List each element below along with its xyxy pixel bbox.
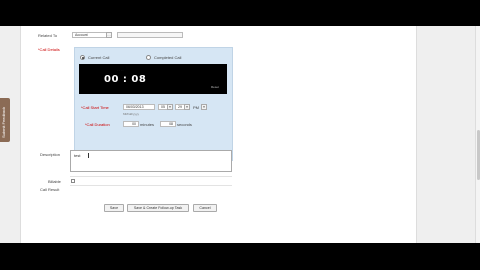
minute-dropdown-icon[interactable]: ▾ [184, 104, 190, 110]
timer-hours-hint: · · · · [117, 68, 124, 72]
call-timer: · · · · 00 : 08 Reset [79, 64, 227, 94]
hour-dropdown-icon[interactable]: ▾ [167, 104, 173, 110]
scrollbar[interactable] [475, 26, 480, 243]
text-cursor [88, 153, 89, 158]
current-call-radio[interactable] [80, 55, 85, 60]
call-details-box: Current Call Completed Call · · · · 00 :… [74, 47, 233, 161]
call-start-ampm[interactable]: PM [193, 105, 199, 110]
billable-label: Billable [48, 179, 61, 184]
call-duration-label: *Call Duration [85, 122, 110, 127]
timer-display: 00 : 08 [104, 74, 147, 85]
description-textarea[interactable]: test [70, 150, 232, 172]
related-to-label: Related To [38, 33, 58, 38]
completed-call-label: Completed Call [154, 55, 182, 60]
duration-minutes-label: minutes [140, 122, 155, 127]
duration-minutes-input[interactable]: 00 [123, 121, 139, 127]
duration-seconds-label: seconds [177, 122, 192, 127]
current-call-label: Current Call [88, 55, 110, 60]
related-to-name-input[interactable] [117, 32, 183, 38]
page: Submit Feedback Related To Account … *Ca… [0, 26, 480, 243]
divider [70, 185, 232, 186]
description-text: test [74, 153, 81, 158]
ampm-dropdown-icon[interactable]: ▾ [201, 104, 207, 110]
date-format-hint: MM/dd/yyyy [123, 112, 140, 116]
save-followup-button[interactable]: Save & Create Follow-up Task [127, 204, 189, 212]
completed-call-radio[interactable] [146, 55, 151, 60]
timer-reset-link[interactable]: Reset [211, 85, 219, 89]
billable-checkbox[interactable] [71, 179, 75, 183]
duration-seconds-input[interactable]: 08 [160, 121, 176, 127]
feedback-tab-label: Submit Feedback [1, 106, 6, 138]
save-button[interactable]: Save [104, 204, 124, 212]
related-to-select[interactable]: Account [72, 32, 108, 38]
feedback-tab[interactable]: Submit Feedback [0, 98, 10, 142]
call-result-label: Call Result [40, 187, 60, 192]
call-start-time-label: *Call Start Time [81, 105, 109, 110]
cancel-button[interactable]: Cancel [193, 204, 217, 212]
divider [70, 176, 232, 177]
description-label: Description [40, 152, 61, 157]
call-start-date-input[interactable]: 06/03/2013 [123, 104, 155, 110]
related-to-lookup-icon[interactable]: … [106, 32, 112, 38]
call-details-label: *Call Details [38, 47, 60, 52]
